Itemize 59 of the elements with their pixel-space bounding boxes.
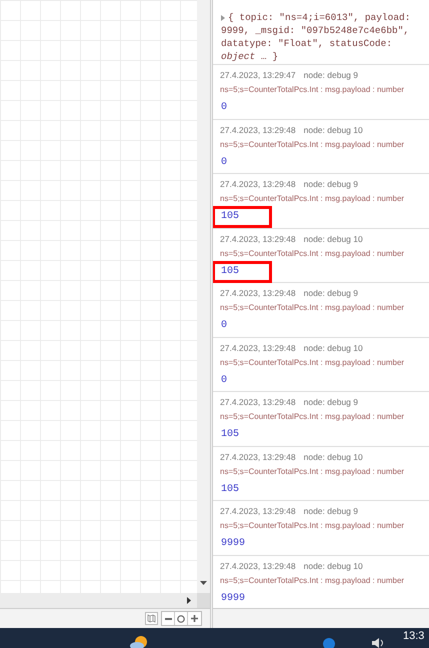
speaker-icon [372,638,386,648]
message-timestamp: 27.4.2023, 13:29:48 [220,342,296,352]
taskbar-clock[interactable]: 13:3 [403,631,424,642]
navigator-button[interactable] [145,612,158,625]
message-timestamp: 27.4.2023, 13:29:47 [220,70,296,80]
message-topic: ns=5;s=CounterTotalPcs.Int : msg.payload : number [220,521,406,531]
message-value: 0 [221,374,228,386]
message-timestamp: 27.4.2023, 13:29:48 [220,179,296,189]
message-node[interactable]: node: debug 10 [304,452,363,462]
message-node[interactable]: node: debug 10 [304,124,363,134]
message-value: 0 [221,320,228,332]
zoom-out-button[interactable] [162,612,175,625]
zoom-in-button[interactable] [188,612,201,625]
message-node[interactable]: node: debug 10 [304,342,363,352]
message-timestamp: 27.4.2023, 13:29:48 [220,397,296,407]
message-node[interactable]: node: debug 10 [304,560,363,570]
message-value: 0 [221,102,228,114]
object-value[interactable]: { topic: "ns=4;i=6013", payload: 9999, _msgid: "097b5248e7c4e6bb", datatype: "Float", statusCode: object … } [221,11,421,63]
minus-icon [164,618,172,620]
message-timestamp: 27.4.2023, 13:29:48 [220,124,296,134]
down-arrow-icon[interactable] [200,581,207,585]
message-value: 105 [213,260,272,282]
message-timestamp: 27.4.2023, 13:29:48 [220,452,296,462]
plus-icon [191,615,198,622]
message-topic: ns=5;s=CounterTotalPcs.Int : msg.payload : number [220,194,406,204]
message-node[interactable]: node: debug 9 [304,506,358,516]
message-node[interactable]: node: debug 9 [304,70,358,80]
message-node[interactable]: node: debug 9 [304,288,358,298]
message-topic: ns=5;s=CounterTotalPcs.Int : msg.payload : number [220,248,406,258]
message-value: 0 [221,156,228,168]
message-value: 105 [221,429,240,441]
message-topic: ns=5;s=CounterTotalPcs.Int : msg.payload : number [220,466,406,476]
map-icon [147,614,156,623]
message-timestamp: 27.4.2023, 13:29:48 [220,288,296,298]
message-value: 9999 [221,538,246,550]
message-timestamp: 27.4.2023, 13:29:48 [220,506,296,516]
network-icon [322,637,336,648]
message-node[interactable]: node: debug 9 [304,397,358,407]
scrollbar-corner [197,593,210,608]
weather-icon [130,635,148,648]
message-timestamp: 27.4.2023, 13:29:48 [220,234,296,244]
message-value: 105 [221,484,240,496]
message-value: 105 [213,206,272,228]
horizontal-scrollbar[interactable] [0,593,197,608]
message-topic: ns=5;s=CounterTotalPcs.Int : msg.payload : number [220,303,406,313]
message-topic: ns=5;s=CounterTotalPcs.Int : msg.payload : number [220,140,406,150]
circle-icon [177,614,185,622]
vertical-scrollbar[interactable] [197,0,210,593]
message-topic: ns=5;s=CounterTotalPcs.Int : msg.payload : number [220,358,406,368]
message-timestamp: 27.4.2023, 13:29:48 [220,560,296,570]
message-topic: ns=5;s=CounterTotalPcs.Int : msg.payload : number [220,85,406,95]
message-node[interactable]: node: debug 9 [304,179,358,189]
message-value: 9999 [221,592,246,604]
expand-arrow-icon[interactable] [221,15,225,21]
message-topic: ns=5;s=CounterTotalPcs.Int : msg.payload : number [220,412,406,422]
message-node[interactable]: node: debug 10 [304,234,363,244]
message-topic: ns=5;s=CounterTotalPcs.Int : msg.payload : number [220,576,406,586]
right-arrow-icon[interactable] [187,597,191,604]
zoom-reset-button[interactable] [175,612,188,625]
